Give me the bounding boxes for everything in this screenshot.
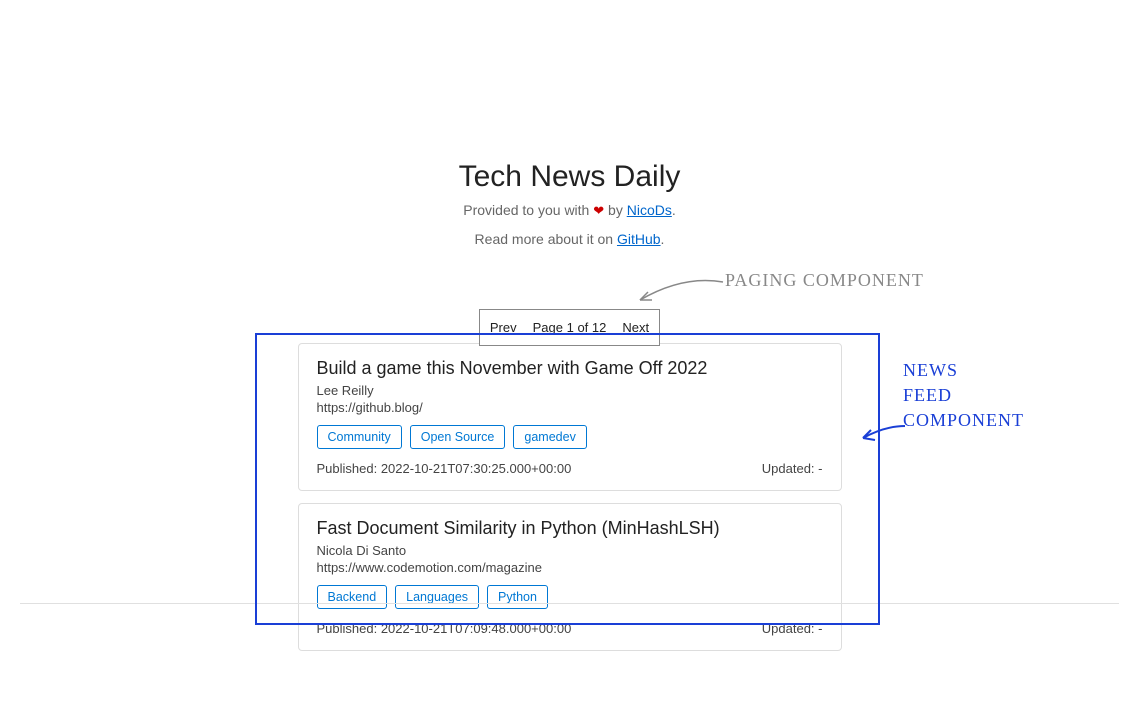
author-link[interactable]: NicoDs	[627, 202, 672, 218]
page-indicator: Page 1 of 12	[533, 320, 607, 335]
card-author: Lee Reilly	[317, 383, 823, 398]
news-card: Build a game this November with Game Off…	[298, 343, 842, 491]
arrow-feed	[855, 418, 910, 448]
tag[interactable]: Backend	[317, 585, 388, 609]
github-link[interactable]: GitHub	[617, 231, 661, 247]
card-source: https://github.blog/	[317, 400, 823, 415]
published-date: Published: 2022-10-21T07:30:25.000+00:00	[317, 461, 572, 476]
card-footer: Published: 2022-10-21T07:09:48.000+00:00…	[317, 621, 823, 636]
published-date: Published: 2022-10-21T07:09:48.000+00:00	[317, 621, 572, 636]
card-title: Build a game this November with Game Off…	[317, 358, 823, 379]
news-card: Fast Document Similarity in Python (MinH…	[298, 503, 842, 651]
card-tags: Community Open Source gamedev	[317, 425, 823, 449]
news-feed: Build a game this November with Game Off…	[298, 343, 842, 651]
subtitle: Provided to you with ❤ by NicoDs.	[0, 202, 1139, 219]
annotation-paging: PAGING COMPONENT	[725, 270, 924, 291]
card-author: Nicola Di Santo	[317, 543, 823, 558]
prev-button[interactable]: Prev	[490, 320, 517, 335]
tag[interactable]: gamedev	[513, 425, 586, 449]
page-title: Tech News Daily	[0, 160, 1139, 194]
card-tags: Backend Languages Python	[317, 585, 823, 609]
heart-icon: ❤	[593, 203, 604, 218]
readmore: Read more about it on GitHub.	[0, 231, 1139, 247]
card-footer: Published: 2022-10-21T07:30:25.000+00:00…	[317, 461, 823, 476]
tag[interactable]: Python	[487, 585, 548, 609]
card-source: https://www.codemotion.com/magazine	[317, 560, 823, 575]
annotation-feed: NEWS FEED COMPONENT	[903, 358, 1024, 434]
arrow-paging	[628, 270, 728, 310]
tag[interactable]: Languages	[395, 585, 479, 609]
pagination: Prev Page 1 of 12 Next	[479, 309, 660, 346]
header: Tech News Daily Provided to you with ❤ b…	[0, 0, 1139, 247]
updated-date: Updated: -	[762, 461, 823, 476]
tag[interactable]: Community	[317, 425, 402, 449]
tag[interactable]: Open Source	[410, 425, 506, 449]
card-title: Fast Document Similarity in Python (MinH…	[317, 518, 823, 539]
next-button[interactable]: Next	[622, 320, 649, 335]
divider	[20, 603, 1119, 604]
updated-date: Updated: -	[762, 621, 823, 636]
